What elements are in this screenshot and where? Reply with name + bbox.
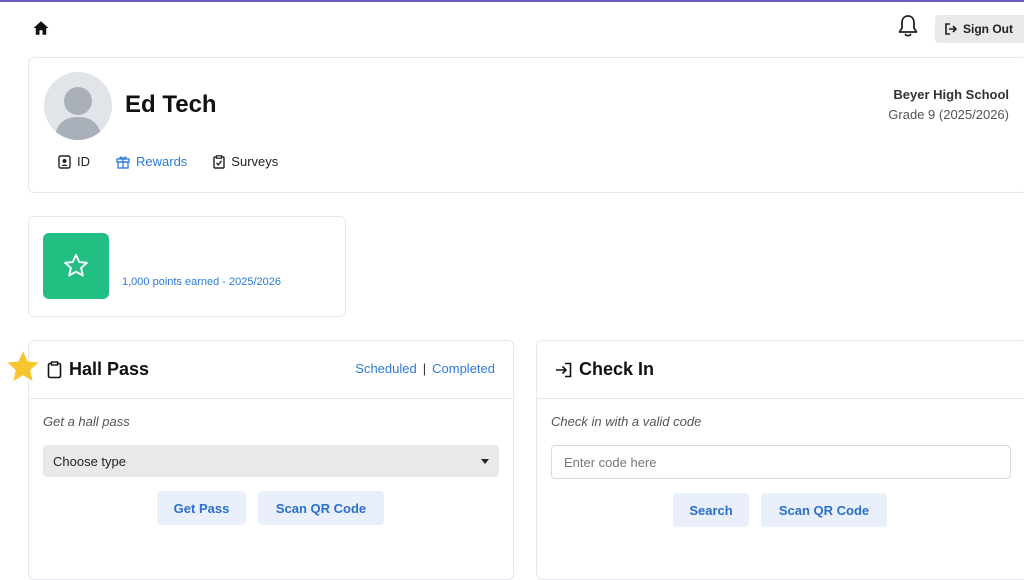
grade-year: Grade 9 (2025/2026)	[888, 107, 1009, 122]
sign-out-label: Sign Out	[963, 22, 1013, 36]
check-in-hint: Check in with a valid code	[551, 414, 702, 429]
check-in-panel: Check In Check in with a valid code Ente…	[536, 340, 1024, 580]
points-card: 1,000 points earned - 2025/2026	[28, 216, 346, 317]
check-in-code-input[interactable]: Enter code here	[551, 445, 1011, 479]
clipboard-icon	[47, 360, 62, 378]
tab-rewards[interactable]: Rewards	[116, 154, 187, 169]
avatar	[44, 72, 112, 140]
hall-pass-header: Hall Pass Scheduled | Completed	[29, 341, 513, 399]
hall-pass-panel: Hall Pass Scheduled | Completed Get a hall…	[28, 340, 514, 580]
sign-out-icon	[945, 23, 957, 35]
gift-icon	[116, 155, 130, 169]
bell-icon[interactable]	[896, 13, 920, 39]
clipboard-check-icon	[213, 154, 225, 169]
sign-in-icon	[556, 362, 572, 377]
favorite-star-icon	[7, 351, 39, 381]
hall-pass-scan-qr-button[interactable]: Scan QR Code	[258, 491, 384, 525]
points-badge	[43, 233, 109, 299]
star-icon	[64, 253, 88, 277]
tab-rewards-label: Rewards	[136, 154, 188, 169]
scheduled-link[interactable]: Scheduled	[355, 361, 416, 376]
id-badge-icon	[58, 154, 71, 169]
tab-id[interactable]: ID	[58, 154, 90, 169]
profile-tabs: ID Rewards Surveys	[58, 154, 304, 169]
home-icon[interactable]	[32, 19, 50, 37]
top-accent-line	[0, 0, 1024, 2]
search-button[interactable]: Search	[673, 493, 749, 527]
check-in-title-text: Check In	[579, 359, 655, 379]
tab-id-label: ID	[77, 154, 90, 169]
hall-pass-links: Scheduled | Completed	[355, 361, 495, 376]
hall-pass-title-text: Hall Pass	[69, 359, 150, 379]
tab-surveys-label: Surveys	[231, 154, 279, 169]
check-in-scan-qr-button[interactable]: Scan QR Code	[761, 493, 887, 527]
profile-card: Ed Tech Beyer High School Grade 9 (2025/…	[28, 57, 1024, 193]
points-summary: 1,000 points earned - 2025/2026	[122, 276, 282, 288]
get-pass-button[interactable]: Get Pass	[157, 491, 246, 525]
check-in-title: Check In	[555, 359, 654, 380]
pass-type-select[interactable]: Choose type	[43, 445, 499, 477]
sign-out-button[interactable]: Sign Out	[935, 15, 1024, 43]
completed-link[interactable]: Completed	[432, 361, 495, 376]
tab-surveys[interactable]: Surveys	[213, 154, 278, 169]
school-name: Beyer High School	[893, 87, 1009, 102]
hall-pass-title: Hall Pass	[47, 359, 149, 380]
check-in-header: Check In	[537, 341, 1024, 399]
user-silhouette-icon	[54, 87, 102, 140]
pass-type-select-value: Choose type	[53, 453, 126, 469]
hall-pass-hint: Get a hall pass	[43, 414, 130, 429]
check-in-code-placeholder: Enter code here	[564, 454, 657, 470]
student-name: Ed Tech	[125, 91, 217, 118]
caret-down-icon	[481, 458, 489, 464]
link-separator: |	[422, 361, 427, 376]
